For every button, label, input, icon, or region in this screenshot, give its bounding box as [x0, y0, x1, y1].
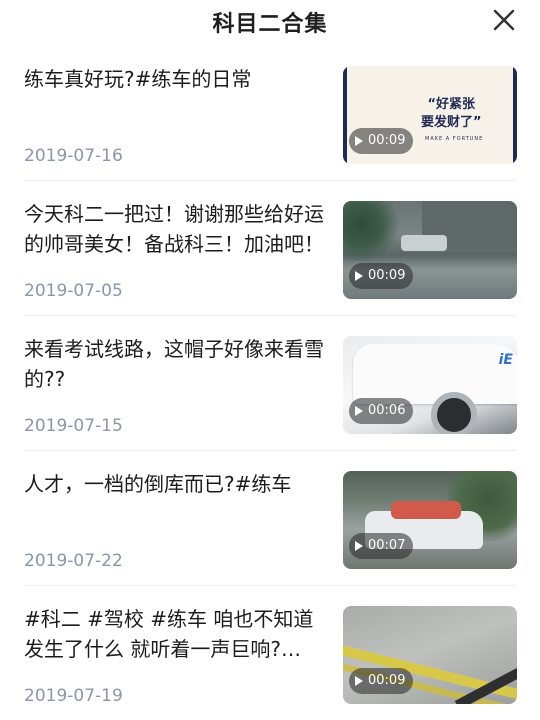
- thumbnail-caption: “好紧张 要发财了”: [421, 97, 482, 130]
- header: 科目二合集: [0, 0, 540, 44]
- thumbnail-car-body: [353, 344, 517, 404]
- video-thumbnail[interactable]: 00:07: [343, 471, 517, 569]
- video-thumbnail[interactable]: “好紧张 要发财了” MAKE A FORTUNE 00:09: [343, 66, 517, 164]
- thumbnail-wheel: [431, 392, 477, 434]
- video-thumbnail[interactable]: 00:09: [343, 201, 517, 299]
- duration-badge: 00:07: [349, 533, 414, 559]
- video-date: 2019-07-15: [24, 416, 123, 436]
- duration-text: 00:07: [368, 538, 406, 553]
- duration-text: 00:09: [368, 133, 406, 148]
- duration-text: 00:09: [368, 673, 406, 688]
- duration-text: 00:06: [368, 403, 406, 418]
- video-title: #科二 #驾校 #练车 咱也不知道发生了什么 就听着一声巨响?…: [24, 607, 314, 661]
- video-item[interactable]: 练车真好玩?#练车的日常 2019-07-16 “好紧张 要发财了” MAKE …: [0, 46, 540, 181]
- video-date: 2019-07-05: [24, 281, 123, 301]
- thumbnail-border: [513, 66, 517, 164]
- thumbnail-car-roof: [391, 501, 461, 519]
- page-title: 科目二合集: [212, 12, 328, 37]
- video-date: 2019-07-16: [24, 146, 123, 166]
- duration-badge: 00:09: [349, 668, 414, 694]
- thumbnail-small-text: MAKE A FORTUNE: [425, 136, 484, 142]
- duration-badge: 00:09: [349, 128, 414, 154]
- video-item[interactable]: 人才，一档的倒库而已?#练车 2019-07-22 00:07: [0, 451, 540, 586]
- video-item[interactable]: 来看考试线路，这帽子好像来看雪的?? 2019-07-15 iЕ 00:06: [0, 316, 540, 451]
- duration-badge: 00:06: [349, 398, 414, 424]
- duration-text: 00:09: [368, 268, 406, 283]
- video-item[interactable]: #科二 #驾校 #练车 咱也不知道发生了什么 就听着一声巨响?… 2019-07…: [0, 586, 540, 720]
- video-item[interactable]: 今天科二一把过！谢谢那些给好运的帅哥美女！备战科三！加油吧！ 2019-07-0…: [0, 181, 540, 316]
- video-date: 2019-07-19: [24, 686, 123, 706]
- video-thumbnail[interactable]: iЕ 00:06: [343, 336, 517, 434]
- thumbnail-border: [343, 66, 347, 164]
- duration-badge: 00:09: [349, 263, 414, 289]
- video-title: 练车真好玩?#练车的日常: [24, 67, 252, 91]
- video-title: 今天科二一把过！谢谢那些给好运的帅哥美女！备战科三！加油吧！: [24, 202, 324, 256]
- video-date: 2019-07-22: [24, 551, 123, 571]
- thumbnail-car: [401, 235, 447, 251]
- play-icon: [355, 541, 363, 551]
- video-title: 人才，一档的倒库而已?#练车: [24, 472, 292, 496]
- play-icon: [355, 136, 363, 146]
- thumbnail-logo: iЕ: [498, 352, 513, 368]
- video-thumbnail[interactable]: 00:09: [343, 606, 517, 704]
- thumbnail-tree: [343, 201, 403, 261]
- play-icon: [355, 271, 363, 281]
- close-icon[interactable]: [492, 8, 516, 32]
- play-icon: [355, 406, 363, 416]
- video-title: 来看考试线路，这帽子好像来看雪的??: [24, 337, 324, 391]
- play-icon: [355, 676, 363, 686]
- video-list: 练车真好玩?#练车的日常 2019-07-16 “好紧张 要发财了” MAKE …: [0, 46, 540, 720]
